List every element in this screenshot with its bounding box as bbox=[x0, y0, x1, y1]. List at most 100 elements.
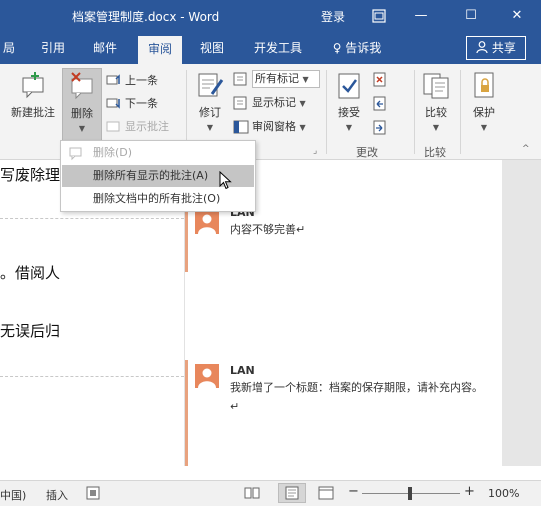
window-title: 档案管理制度.docx - Word bbox=[72, 10, 220, 24]
tab-references[interactable]: 引用 bbox=[32, 32, 74, 64]
chevron-down-icon: ▼ bbox=[78, 124, 86, 133]
tell-me-search[interactable]: ♀ 告诉我 bbox=[326, 32, 388, 64]
chevron-down-icon: ▼ bbox=[345, 123, 353, 132]
reject-icon[interactable] bbox=[372, 72, 388, 91]
vertical-scrollbar[interactable] bbox=[502, 160, 541, 466]
zoom-in-button[interactable]: + bbox=[464, 484, 475, 499]
person-icon bbox=[476, 41, 488, 54]
menu-item-label: 删除所有显示的批注(A) bbox=[93, 169, 209, 182]
status-bar: 中国) 插入 − + 100% bbox=[0, 480, 541, 506]
chevron-down-icon: ▼ bbox=[302, 75, 309, 84]
markup-icon bbox=[233, 72, 249, 86]
accept-icon bbox=[333, 70, 365, 102]
mouse-cursor-icon bbox=[219, 170, 233, 191]
new-comment-button[interactable]: 新建批注 bbox=[6, 68, 60, 120]
zoom-level[interactable]: 100% bbox=[488, 487, 519, 500]
comment-connector-line bbox=[0, 218, 184, 219]
previous-comment-button[interactable]: 上一条 bbox=[106, 72, 158, 92]
group-separator bbox=[414, 70, 415, 154]
new-comment-label: 新建批注 bbox=[11, 106, 55, 119]
zoom-out-button[interactable]: − bbox=[348, 484, 359, 499]
zoom-slider-thumb[interactable] bbox=[408, 487, 412, 500]
insert-mode[interactable]: 插入 bbox=[46, 487, 68, 503]
menu-item-label: 删除文档中的所有批注(O) bbox=[93, 192, 221, 205]
protect-icon bbox=[468, 70, 500, 102]
markup-select[interactable]: 所有标记 ▼ bbox=[233, 70, 320, 90]
menu-item-delete-all-in-document[interactable]: 删除文档中的所有批注(O) bbox=[62, 188, 254, 210]
comment-connector-line bbox=[0, 376, 184, 377]
ribbon-tabs: 局 引用 邮件 审阅 视图 开发工具 ♀ 告诉我 共享 bbox=[0, 32, 541, 64]
review-pane-button[interactable]: 审阅窗格 ▼ bbox=[233, 118, 306, 138]
restore-icon[interactable] bbox=[364, 0, 394, 32]
markup-dropdown[interactable]: 所有标记 ▼ bbox=[252, 70, 320, 88]
changes-group-label: 更改 bbox=[356, 146, 378, 159]
track-changes-icon bbox=[194, 70, 226, 102]
show-markup-label: 显示标记 bbox=[252, 96, 296, 109]
print-layout-icon[interactable] bbox=[278, 483, 306, 503]
minimize-button[interactable]: — bbox=[406, 0, 436, 32]
chevron-down-icon: ▼ bbox=[432, 123, 440, 132]
title-bar: 档案管理制度.docx - Word 登录 — ☐ ✕ bbox=[0, 0, 541, 32]
compare-button[interactable]: 比较 ▼ bbox=[420, 68, 452, 133]
accept-button[interactable]: 接受 ▼ bbox=[332, 68, 366, 133]
chevron-down-icon: ▼ bbox=[299, 99, 306, 108]
avatar-icon bbox=[195, 210, 219, 234]
document-line: 写废除理 bbox=[0, 166, 61, 184]
delete-comment-button[interactable]: 删除 ▼ bbox=[62, 68, 102, 142]
track-changes-label: 修订 bbox=[199, 106, 221, 119]
login-link[interactable]: 登录 bbox=[321, 8, 345, 25]
previous-change-icon[interactable] bbox=[372, 96, 388, 115]
delete-label: 删除 bbox=[71, 107, 93, 120]
tab-layout[interactable]: 局 bbox=[0, 32, 18, 64]
chevron-down-icon: ▼ bbox=[299, 123, 306, 132]
chevron-down-icon: ▼ bbox=[480, 123, 488, 132]
web-layout-icon[interactable] bbox=[318, 486, 334, 503]
menu-item-label: 删除(D) bbox=[93, 146, 133, 159]
track-changes-button[interactable]: 修订 ▼ bbox=[192, 68, 228, 133]
collapse-ribbon-icon[interactable]: ^ bbox=[522, 144, 530, 154]
show-markup-icon bbox=[233, 96, 249, 110]
share-button[interactable]: 共享 bbox=[466, 36, 526, 60]
tab-mailings[interactable]: 邮件 bbox=[84, 32, 126, 64]
review-pane-label: 审阅窗格 bbox=[252, 120, 296, 133]
next-change-icon[interactable] bbox=[372, 120, 388, 139]
comment-author: LAN bbox=[230, 364, 255, 377]
macro-record-icon[interactable] bbox=[86, 486, 100, 503]
document-line: 无误后归 bbox=[0, 322, 61, 340]
next-label: 下一条 bbox=[125, 97, 158, 110]
accept-label: 接受 bbox=[338, 106, 360, 119]
comment-bar bbox=[185, 360, 188, 466]
compare-group-label: 比较 bbox=[424, 146, 446, 159]
previous-label: 上一条 bbox=[125, 74, 158, 87]
show-comments-button[interactable]: 显示批注 bbox=[106, 118, 169, 138]
compare-icon bbox=[420, 70, 452, 102]
close-button[interactable]: ✕ bbox=[502, 0, 532, 32]
review-pane-icon bbox=[233, 120, 249, 134]
protect-button[interactable]: 保护 ▼ bbox=[466, 68, 502, 133]
next-comment-button[interactable]: 下一条 bbox=[106, 95, 158, 115]
maximize-button[interactable]: ☐ bbox=[456, 0, 486, 32]
delete-comment-icon bbox=[68, 142, 84, 164]
tab-review[interactable]: 审阅 bbox=[138, 36, 182, 64]
tab-developer[interactable]: 开发工具 bbox=[246, 32, 310, 64]
markup-value: 所有标记 bbox=[255, 72, 299, 85]
tab-view[interactable]: 视图 bbox=[190, 32, 234, 64]
share-label: 共享 bbox=[491, 41, 516, 55]
menu-item-delete[interactable]: 删除(D) bbox=[62, 142, 254, 164]
compare-label: 比较 bbox=[425, 106, 447, 119]
document-line: 。借阅人 bbox=[0, 264, 61, 282]
language-indicator[interactable]: 中国) bbox=[0, 487, 26, 503]
show-markup-button[interactable]: 显示标记 ▼ bbox=[233, 94, 306, 114]
comment-bar bbox=[185, 208, 188, 272]
delete-comment-icon bbox=[66, 71, 98, 103]
protect-label: 保护 bbox=[473, 106, 495, 119]
comment-text[interactable]: 内容不够完善↵ bbox=[230, 220, 490, 239]
comment-text[interactable]: 我新增了一个标题：档案的保存期限，请补充内容。↵ bbox=[230, 378, 490, 416]
new-comment-icon bbox=[17, 70, 49, 102]
group-separator bbox=[326, 70, 327, 154]
read-mode-icon[interactable] bbox=[244, 486, 260, 503]
group-separator bbox=[460, 70, 461, 154]
chevron-down-icon: ▼ bbox=[206, 123, 214, 132]
dialog-launcher-icon[interactable]: ⌟ bbox=[313, 146, 317, 156]
show-comments-icon bbox=[106, 120, 122, 134]
